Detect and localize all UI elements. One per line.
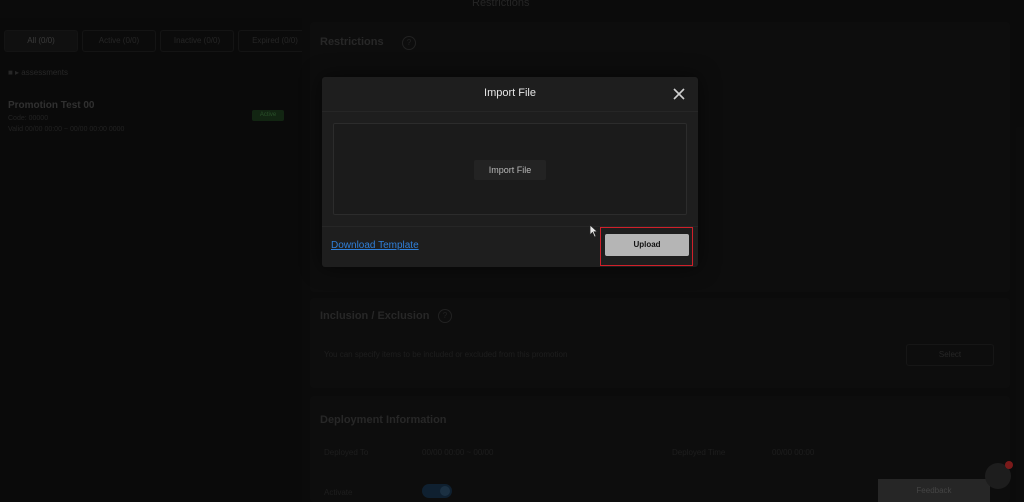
modal-title: Import File [484,87,536,99]
upload-highlight-box [600,227,693,266]
feedback-toast[interactable]: Feedback [878,479,990,502]
download-template-link[interactable]: Download Template [331,240,419,251]
app-window: Restrictions All (0/0) Active (0/0) Inac… [0,0,1024,502]
import-file-button[interactable]: Import File [474,160,546,180]
notification-dot [1005,461,1013,469]
modal-header: Import File [322,77,698,112]
file-dropzone[interactable]: Import File [333,123,687,215]
chat-icon[interactable] [985,461,1013,489]
mouse-pointer-icon [589,224,599,243]
close-icon[interactable] [670,85,688,103]
